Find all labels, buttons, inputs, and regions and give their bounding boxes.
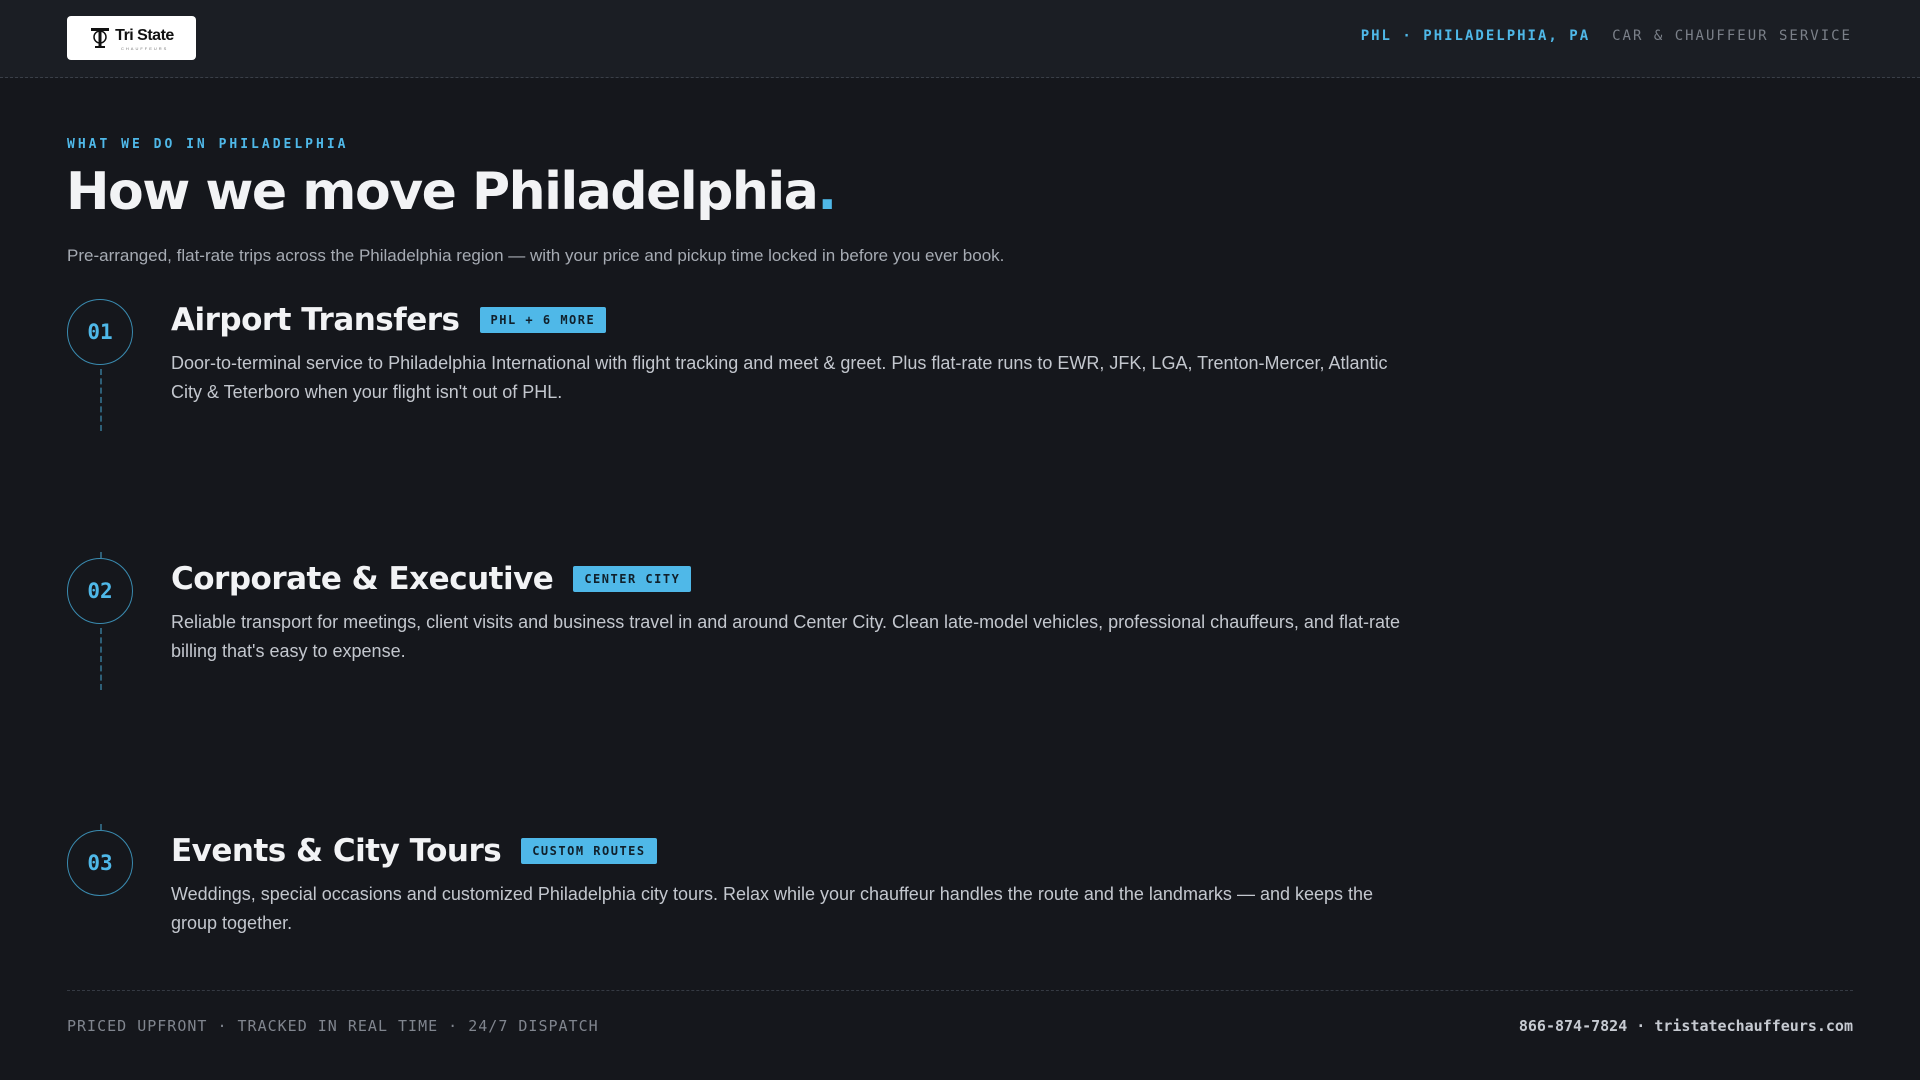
logo-subtext: CHAUFFEURS [121, 46, 169, 51]
footer-contact[interactable]: 866-874-7824 · tristatechauffeurs.com [1519, 1017, 1853, 1035]
service-tag: PHL + 6 MORE [479, 307, 607, 333]
service-title: Events & City Tours [171, 833, 502, 869]
service-header: Corporate & Executive CENTER CITY [171, 561, 692, 597]
timeline-connector [100, 369, 102, 431]
logo-text: Tri State [115, 27, 174, 44]
headline-dot: . [817, 162, 837, 222]
service-tag: CENTER CITY [573, 566, 692, 592]
service-header: Events & City Tours CUSTOM ROUTES [171, 833, 657, 869]
service-title: Airport Transfers [171, 302, 460, 338]
service-tag: CUSTOM ROUTES [521, 838, 657, 864]
service-title: Corporate & Executive [171, 561, 554, 597]
brand-logo[interactable]: Tri State CHAUFFEURS [67, 16, 196, 60]
timeline-connector [100, 628, 102, 690]
logo-mark-icon [91, 28, 110, 48]
service-number-badge: 03 [67, 830, 133, 896]
service-description: Door-to-terminal service to Philadelphia… [171, 353, 1388, 402]
section-eyebrow: WHAT WE DO IN PHILADELPHIA [67, 137, 349, 152]
intro-text: Pre-arranged, flat-rate trips across the… [67, 246, 1005, 265]
top-bar: Tri State CHAUFFEURS PHL · PHILADELPHIA,… [0, 0, 1920, 78]
service-description: Weddings, special occasions and customiz… [171, 884, 1374, 933]
service-type-label: CAR & CHAUFFEUR SERVICE [1612, 28, 1852, 44]
service-header: Airport Transfers PHL + 6 MORE [171, 302, 607, 338]
footer-divider [67, 990, 1853, 991]
location-label: PHL · PHILADELPHIA, PA [1360, 28, 1591, 44]
headline-text: How we move Philadelphia [66, 162, 819, 222]
service-number-badge: 02 [67, 558, 133, 624]
service-description: Reliable transport for meetings, client … [171, 612, 1400, 661]
header-meta: PHL · PHILADELPHIA, PA CAR & CHAUFFEUR SE… [1361, 28, 1852, 44]
service-number-badge: 01 [67, 299, 133, 365]
page-title: How we move Philadelphia. [66, 162, 837, 222]
footer-features: PRICED UPFRONT · TRACKED IN REAL TIME · … [67, 1017, 599, 1035]
